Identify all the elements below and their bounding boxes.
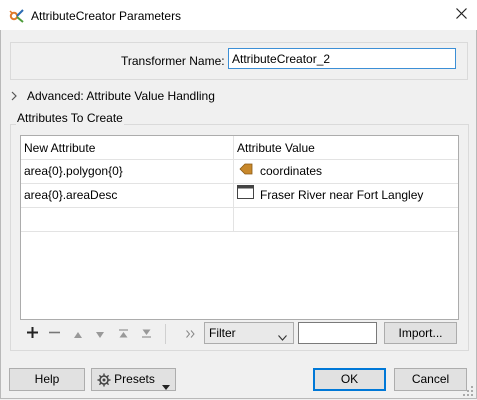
remove-row-button[interactable] xyxy=(47,325,61,343)
move-down-button[interactable] xyxy=(94,325,106,343)
window-title: AttributeCreator Parameters xyxy=(31,9,182,23)
column-header-attribute-value[interactable]: Attribute Value xyxy=(234,136,458,160)
resize-grip-icon[interactable] xyxy=(463,386,474,397)
caret-down-icon xyxy=(161,376,170,390)
column-header-new-attribute[interactable]: New Attribute xyxy=(21,136,233,160)
attribute-value-cell[interactable]: Fraser River near Fort Langley xyxy=(234,184,458,207)
move-up-icon xyxy=(74,327,82,341)
advanced-section-toggle[interactable]: Advanced: Attribute Value Handling xyxy=(27,89,215,103)
attribute-value-icon xyxy=(239,160,253,183)
presets-gear-icon xyxy=(97,373,111,387)
close-icon xyxy=(456,8,467,22)
move-top-icon xyxy=(118,327,128,341)
new-attribute-cell[interactable]: area{0}.areaDesc xyxy=(21,184,233,207)
toolbar-divider xyxy=(165,324,166,344)
import-button[interactable]: Import... xyxy=(384,322,457,344)
transformer-name-input[interactable]: AttributeCreator_2 xyxy=(228,48,456,69)
ok-button[interactable]: OK xyxy=(313,368,386,391)
move-bottom-button[interactable] xyxy=(140,325,152,343)
move-down-icon xyxy=(96,327,104,341)
table-row[interactable]: area{0}.areaDesc Fraser River near Fort … xyxy=(21,184,458,208)
more-options-button[interactable] xyxy=(184,325,196,343)
transformer-name-label: Transformer Name: xyxy=(121,54,225,68)
move-top-button[interactable] xyxy=(117,325,129,343)
close-button[interactable] xyxy=(446,0,477,30)
text-value-icon xyxy=(237,184,254,207)
add-row-button[interactable] xyxy=(25,325,39,343)
attribute-value-cell[interactable] xyxy=(234,208,458,231)
filter-dropdown[interactable]: Filter xyxy=(204,322,294,344)
table-row-empty[interactable] xyxy=(21,208,458,232)
new-attribute-cell[interactable] xyxy=(21,208,233,231)
move-up-button[interactable] xyxy=(72,325,84,343)
add-icon xyxy=(26,327,38,341)
new-attribute-cell[interactable]: area{0}.polygon{0} xyxy=(21,160,233,183)
attribute-value-text: Fraser River near Fort Langley xyxy=(260,188,424,202)
attributes-table: New Attribute Attribute Value area{0}.po… xyxy=(20,135,459,320)
chevron-right-icon[interactable] xyxy=(10,90,18,101)
table-row[interactable]: area{0}.polygon{0} coordinates xyxy=(21,160,458,184)
presets-label: Presets xyxy=(114,372,155,386)
chevron-down-icon xyxy=(278,330,287,344)
attribute-value-text: coordinates xyxy=(260,164,323,178)
transformer-gear-icon xyxy=(8,8,24,24)
filter-selected-value: Filter xyxy=(209,326,236,340)
presets-button[interactable]: Presets xyxy=(91,368,176,391)
filter-text-input[interactable] xyxy=(298,322,377,344)
move-bottom-icon xyxy=(141,327,151,341)
remove-icon xyxy=(48,327,60,341)
help-button[interactable]: Help xyxy=(9,368,85,391)
attributes-group-label: Attributes To Create xyxy=(16,111,124,125)
more-icon xyxy=(185,327,195,341)
cancel-button[interactable]: Cancel xyxy=(394,368,467,391)
attribute-value-cell[interactable]: coordinates xyxy=(234,160,460,183)
